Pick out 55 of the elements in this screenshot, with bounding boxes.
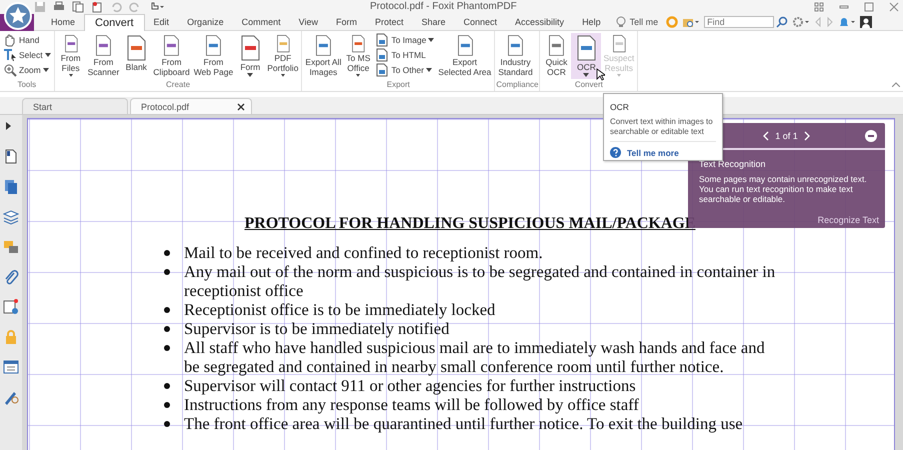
menu-tab[interactable]: Connect [454, 14, 506, 30]
ribbon-button[interactable]: To MS Office [343, 33, 374, 79]
menu-tab[interactable]: Share [412, 14, 455, 30]
menu-tab[interactable]: Help [573, 14, 610, 30]
tell-me-label[interactable]: Tell me [630, 17, 658, 27]
group-label: Convert [574, 80, 604, 91]
ribbon-button[interactable]: Export All Images [303, 33, 344, 79]
menu-tab[interactable]: Home [42, 14, 84, 30]
ribbon-button[interactable]: To Other [373, 63, 436, 77]
group-label: Tools [16, 80, 38, 91]
tooltip-text: Convert text within images to searchable or editable text [610, 117, 716, 142]
menu-tab[interactable]: Accessibility [506, 14, 574, 30]
ribbon-button[interactable]: Hand [1, 33, 53, 47]
page-counter: 1 of 1 [775, 130, 798, 140]
menu-tab[interactable]: Edit [144, 14, 178, 30]
menu-tab[interactable]: Form [326, 14, 366, 30]
menu-tab[interactable]: Convert [84, 14, 145, 31]
ribbon-button[interactable]: From Web Page [192, 33, 236, 79]
document-tab[interactable]: Protocol.pdf [130, 98, 252, 114]
ribbon-button[interactable]: PDF Portfolio [265, 33, 300, 79]
ribbon-button[interactable]: From Files [56, 33, 86, 79]
ribbon-button[interactable]: Form [235, 33, 266, 79]
ribbon-button[interactable]: To Image [373, 33, 436, 47]
group-label: Create [165, 80, 192, 91]
bullet-text: All staff who have handled suspicious mail are to immediately wash hands and face and be segregated and contained in nearby small conference room until further notice. [184, 338, 765, 376]
bullet-text: Mail to be received and confined to receptionist room. [184, 243, 543, 262]
menu-tab[interactable]: Comment [232, 14, 290, 30]
panel-message: Some pages may contain unrecognized text. You can run text recognition to make text searchable or editable. [699, 174, 868, 204]
group-label: Compliance [496, 80, 538, 91]
ribbon-button[interactable]: To HTML [373, 48, 436, 62]
document-tab[interactable]: Start [22, 98, 128, 114]
group-label: Export [386, 80, 411, 91]
ribbon-button[interactable]: From Scanner [86, 33, 122, 79]
bullet-text: Instructions from any response teams will be followed by office staff [184, 395, 639, 414]
tooltip-title: OCR [610, 102, 630, 112]
tell-me-more-link[interactable]: Tell me more [627, 148, 679, 158]
recognize-text-link[interactable]: Recognize Text [818, 215, 879, 225]
ribbon-button[interactable]: Blank [121, 33, 152, 79]
ribbon-button[interactable]: Export Selected Area [436, 33, 494, 79]
ribbon-button[interactable]: Industry Standard [496, 33, 535, 79]
menu-tab[interactable]: View [290, 14, 327, 30]
window-title: Protocol.pdf - Foxit PhantomPDF [370, 1, 517, 12]
bullet-text: Any mail out of the norm and suspicious is to be segregated and contained in container in receptionist office [184, 262, 776, 300]
menu-tab[interactable]: Protect [366, 14, 412, 30]
menu-tab[interactable]: Organize [178, 14, 233, 30]
bullet-text: Supervisor will contact 911 or other agencies for further instructions [184, 376, 636, 395]
ribbon-button[interactable]: From Clipboard [151, 33, 192, 79]
ribbon-button[interactable]: Select [1, 48, 53, 62]
search-field[interactable]: Find [704, 16, 774, 28]
ribbon-button[interactable]: Quick OCR [541, 33, 572, 79]
ribbon-button[interactable]: Zoom [1, 63, 53, 77]
bullet-text: Supervisor is to be immediately notified [184, 319, 450, 338]
panel-title: Text Recognition [699, 159, 767, 169]
bullet-text: The front office area will be quarantined until further notice. To exit the building use [184, 414, 743, 433]
bullet-text: Receptionist office is to be immediately locked [184, 300, 496, 319]
